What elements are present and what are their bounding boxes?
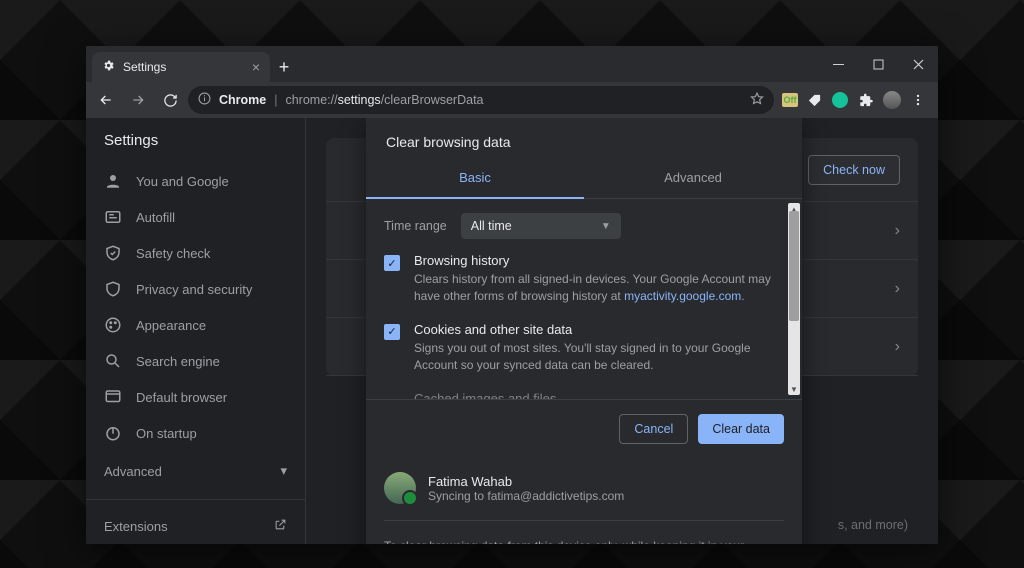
check-now-button[interactable]: Check now bbox=[808, 155, 900, 185]
omnibox-separator: | bbox=[274, 93, 277, 107]
tab-basic[interactable]: Basic bbox=[366, 160, 584, 199]
sidebar-item-appearance[interactable]: Appearance bbox=[86, 307, 305, 343]
back-button[interactable] bbox=[92, 86, 120, 114]
new-tab-button[interactable]: + bbox=[270, 52, 298, 82]
omnibox-scheme: Chrome bbox=[219, 93, 266, 107]
settings-sidebar: Settings You and Google Autofill Safety … bbox=[86, 118, 306, 544]
dialog-title: Clear browsing data bbox=[366, 118, 802, 160]
tab-title: Settings bbox=[123, 60, 166, 74]
browser-window: Settings × + Chrome | chrome://settings/… bbox=[86, 46, 938, 544]
minimize-button[interactable] bbox=[818, 46, 858, 82]
bookmark-star-icon[interactable] bbox=[750, 92, 764, 109]
dialog-body: Time range All time ▼ ✓ Browsing history… bbox=[366, 199, 802, 399]
extensions-puzzle-icon[interactable] bbox=[856, 90, 876, 110]
sidebar-item-safety-check[interactable]: Safety check bbox=[86, 235, 305, 271]
checkbox-desc: Clears history from all signed-in device… bbox=[414, 271, 784, 306]
sync-account-row: Fatima Wahab Syncing to fatima@addictive… bbox=[366, 458, 802, 514]
dialog-tabs: Basic Advanced bbox=[366, 160, 802, 199]
profile-avatar[interactable] bbox=[882, 90, 902, 110]
forward-button[interactable] bbox=[124, 86, 152, 114]
autofill-icon bbox=[104, 208, 122, 226]
power-icon bbox=[104, 424, 122, 442]
toolbar: Chrome | chrome://settings/clearBrowserD… bbox=[86, 82, 938, 118]
time-range-label: Time range bbox=[384, 219, 447, 233]
checkbox-cookies[interactable]: ✓ Cookies and other site data Signs you … bbox=[384, 322, 784, 375]
maximize-button[interactable] bbox=[858, 46, 898, 82]
sidebar-item-autofill[interactable]: Autofill bbox=[86, 199, 305, 235]
toolbar-extensions: Off bbox=[778, 90, 932, 110]
chevron-down-icon: ▾ bbox=[280, 463, 287, 479]
person-icon bbox=[104, 172, 122, 190]
scrollbar-thumb[interactable] bbox=[789, 211, 799, 321]
dialog-scrollbar[interactable]: ▲ ▼ bbox=[788, 203, 800, 395]
settings-title: Settings bbox=[86, 132, 305, 163]
checkbox-cached-images[interactable]: ✓ Cached images and files bbox=[384, 391, 784, 399]
checkbox-title: Browsing history bbox=[414, 253, 784, 268]
sidebar-item-you-and-google[interactable]: You and Google bbox=[86, 163, 305, 199]
content-area: Settings You and Google Autofill Safety … bbox=[86, 118, 938, 544]
browser-tab[interactable]: Settings × bbox=[92, 52, 270, 82]
clear-browsing-data-dialog: Clear browsing data Basic Advanced Time … bbox=[366, 118, 802, 544]
checkbox-browsing-history[interactable]: ✓ Browsing history Clears history from a… bbox=[384, 253, 784, 306]
external-link-icon bbox=[274, 518, 287, 534]
scroll-down-icon[interactable]: ▼ bbox=[788, 383, 800, 395]
grammarly-icon[interactable] bbox=[830, 90, 850, 110]
time-range-select[interactable]: All time ▼ bbox=[461, 213, 621, 239]
gear-icon bbox=[102, 59, 115, 75]
checkbox-icon[interactable]: ✓ bbox=[384, 255, 400, 271]
dialog-actions: Cancel Clear data bbox=[366, 399, 802, 458]
search-icon bbox=[104, 352, 122, 370]
checkbox-title: Cached images and files bbox=[414, 391, 556, 399]
site-info-icon[interactable] bbox=[198, 92, 211, 108]
close-window-button[interactable] bbox=[898, 46, 938, 82]
sidebar-item-search-engine[interactable]: Search engine bbox=[86, 343, 305, 379]
sync-avatar bbox=[384, 472, 416, 504]
shield-check-icon bbox=[104, 244, 122, 262]
sync-email: Syncing to fatima@addictivetips.com bbox=[428, 489, 624, 503]
palette-icon bbox=[104, 316, 122, 334]
checkbox-desc: Signs you out of most sites. You'll stay… bbox=[414, 340, 784, 375]
dialog-fineprint: To clear browsing data from this device … bbox=[366, 527, 802, 544]
checkbox-title: Cookies and other site data bbox=[414, 322, 784, 337]
tab-advanced[interactable]: Advanced bbox=[584, 160, 802, 199]
reload-button[interactable] bbox=[156, 86, 184, 114]
checkbox-icon[interactable]: ✓ bbox=[384, 324, 400, 340]
divider bbox=[86, 499, 305, 500]
chevron-down-icon: ▼ bbox=[601, 221, 611, 232]
menu-kebab-icon[interactable] bbox=[908, 90, 928, 110]
address-bar[interactable]: Chrome | chrome://settings/clearBrowserD… bbox=[188, 86, 774, 114]
clear-data-button[interactable]: Clear data bbox=[698, 414, 784, 444]
tag-icon[interactable] bbox=[804, 90, 824, 110]
window-controls bbox=[818, 46, 938, 82]
browser-icon bbox=[104, 388, 122, 406]
shield-icon bbox=[104, 280, 122, 298]
sidebar-item-privacy-security[interactable]: Privacy and security bbox=[86, 271, 305, 307]
myactivity-link[interactable]: myactivity.google.com bbox=[624, 289, 741, 303]
divider bbox=[384, 520, 784, 521]
cancel-button[interactable]: Cancel bbox=[619, 414, 688, 444]
titlebar: Settings × + bbox=[86, 46, 938, 82]
sync-name: Fatima Wahab bbox=[428, 474, 624, 489]
time-range-row: Time range All time ▼ bbox=[384, 213, 784, 239]
truncated-text: s, and more) bbox=[838, 518, 908, 532]
sidebar-advanced-toggle[interactable]: Advanced ▾ bbox=[86, 451, 305, 491]
sidebar-item-default-browser[interactable]: Default browser bbox=[86, 379, 305, 415]
omnibox-url: chrome://settings/clearBrowserData bbox=[285, 93, 483, 107]
extension-badge-icon[interactable]: Off bbox=[782, 93, 798, 107]
sidebar-extensions-link[interactable]: Extensions bbox=[86, 508, 305, 544]
close-tab-icon[interactable]: × bbox=[252, 59, 260, 75]
sidebar-item-on-startup[interactable]: On startup bbox=[86, 415, 305, 451]
